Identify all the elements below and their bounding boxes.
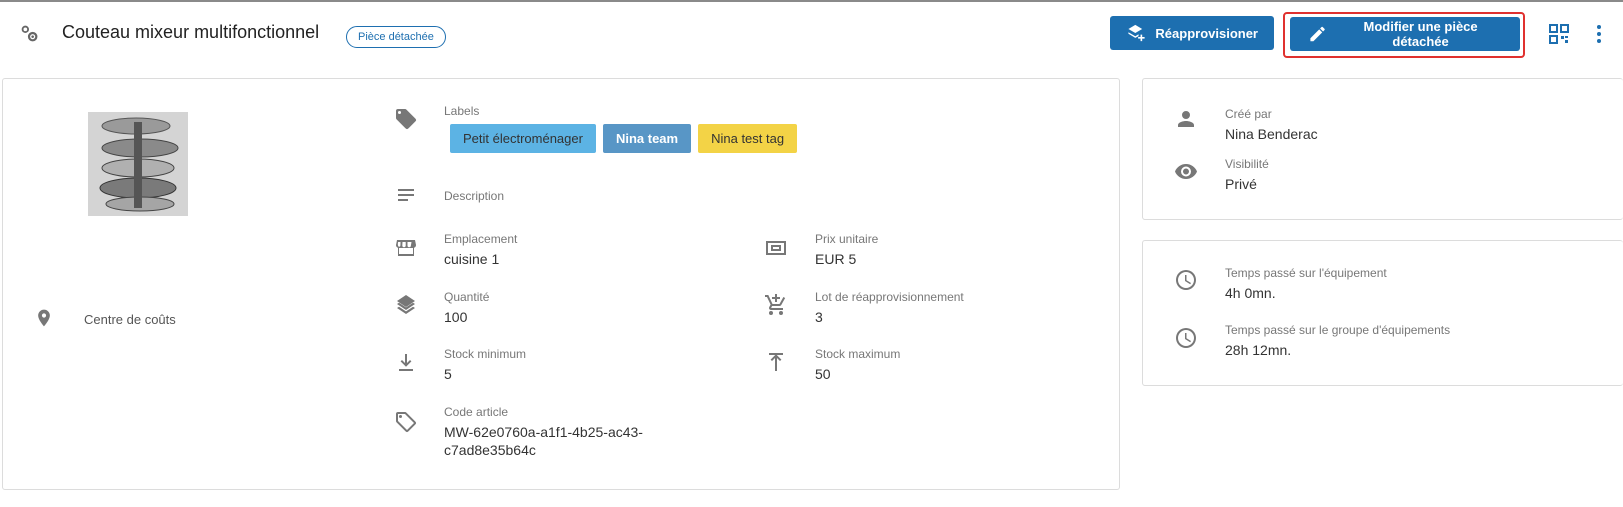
gears-icon: [21, 25, 38, 42]
barcode-tag-icon: [394, 410, 418, 434]
min-stock-label: Stock minimum: [444, 347, 527, 361]
equipment-time-value: 4h 0mn.: [1225, 285, 1276, 301]
part-photo: [88, 112, 188, 216]
restock-button[interactable]: Réapprovisioner: [1110, 16, 1274, 50]
page-title: Couteau mixeur multifonctionnel: [62, 22, 320, 42]
max-stock-field: Stock maximum 50: [815, 347, 900, 383]
visibility-field: Visibilité Privé: [1225, 157, 1269, 193]
layers-plus-icon: [1128, 24, 1145, 42]
max-stock-value: 50: [815, 366, 831, 382]
article-code-line-1: MW-62e0760a-a1f1-4b25-ac43-: [444, 424, 643, 440]
quantity-value: 100: [444, 309, 468, 325]
unit-price-field: Prix unitaire EUR 5: [815, 232, 878, 268]
visibility-value: Privé: [1225, 176, 1257, 192]
description-icon: [394, 183, 418, 207]
type-badge: Pièce détachée: [346, 26, 446, 48]
restock-lot-field: Lot de réapprovisionnement 3: [815, 290, 964, 326]
group-time-value: 28h 12mn.: [1225, 342, 1292, 358]
qr-code-icon[interactable]: [1549, 24, 1569, 44]
edit-spare-part-button[interactable]: Modifier une pièce détachée: [1290, 17, 1520, 51]
tag-petit-electromenager[interactable]: Petit électroménager: [450, 124, 596, 153]
quantity-field: Quantité 100: [444, 290, 489, 326]
location-label: Emplacement: [444, 232, 518, 246]
group-time-field: Temps passé sur le groupe d'équipements …: [1225, 323, 1450, 359]
restock-lot-value: 3: [815, 309, 823, 325]
equipment-time-label: Temps passé sur l'équipement: [1225, 266, 1387, 280]
time-spent-card: [1142, 240, 1623, 386]
tag-nina-test-tag[interactable]: Nina test tag: [698, 124, 798, 153]
description-label: Description: [444, 189, 505, 203]
layers-icon: [394, 293, 418, 317]
location-pin-icon: [38, 309, 50, 327]
edit-button-label: Modifier une pièce détachée: [1363, 19, 1478, 49]
storefront-icon: [394, 236, 418, 260]
restock-button-label: Réapprovisioner: [1155, 25, 1258, 41]
arrow-up-to-line-icon: [764, 350, 788, 374]
add-to-cart-icon: [764, 293, 788, 317]
restock-lot-label: Lot de réapprovisionnement: [815, 290, 964, 304]
visibility-label: Visibilité: [1225, 157, 1269, 171]
equipment-time-field: Temps passé sur l'équipement 4h 0mn.: [1225, 266, 1387, 302]
created-by-field: Créé par Nina Benderac: [1225, 107, 1318, 143]
unit-price-value: EUR 5: [815, 251, 857, 267]
labels-label: Labels: [444, 104, 480, 118]
created-by-value: Nina Benderac: [1225, 126, 1318, 142]
money-icon: [764, 236, 788, 260]
pencil-icon: [1310, 26, 1325, 42]
article-code-line-2: c7ad8e35b64c: [444, 442, 536, 458]
location-value: cuisine 1: [444, 251, 500, 267]
location-field: Emplacement cuisine 1: [444, 232, 517, 268]
person-icon: [1174, 107, 1198, 131]
min-stock-field: Stock minimum 5: [444, 347, 526, 383]
group-time-label: Temps passé sur le groupe d'équipements: [1225, 323, 1451, 337]
mixer-blade-image: [88, 112, 188, 216]
article-code-label: Code article: [444, 405, 509, 419]
max-stock-label: Stock maximum: [815, 347, 901, 361]
min-stock-value: 5: [444, 366, 452, 382]
tag-nina-team[interactable]: Nina team: [602, 124, 692, 153]
clock-icon: [1174, 268, 1198, 292]
eye-icon: [1174, 159, 1198, 183]
page-header: Couteau mixeur multifonctionnel Pièce dé…: [0, 2, 1623, 64]
unit-price-label: Prix unitaire: [815, 232, 879, 246]
clock-icon: [1174, 326, 1198, 350]
tag-icon: [394, 107, 418, 131]
cost-center-label: Centre de coûts: [84, 312, 176, 327]
article-code-field: Code article MW-62e0760a-a1f1-4b25-ac43-…: [444, 405, 643, 459]
quantity-label: Quantité: [444, 290, 490, 304]
created-card: [1142, 78, 1623, 220]
more-options-icon[interactable]: [1596, 24, 1602, 44]
arrow-down-to-line-icon: [394, 350, 418, 374]
created-by-label: Créé par: [1225, 107, 1272, 121]
tags-list: Petit électroménager Nina team Nina test…: [450, 124, 798, 153]
